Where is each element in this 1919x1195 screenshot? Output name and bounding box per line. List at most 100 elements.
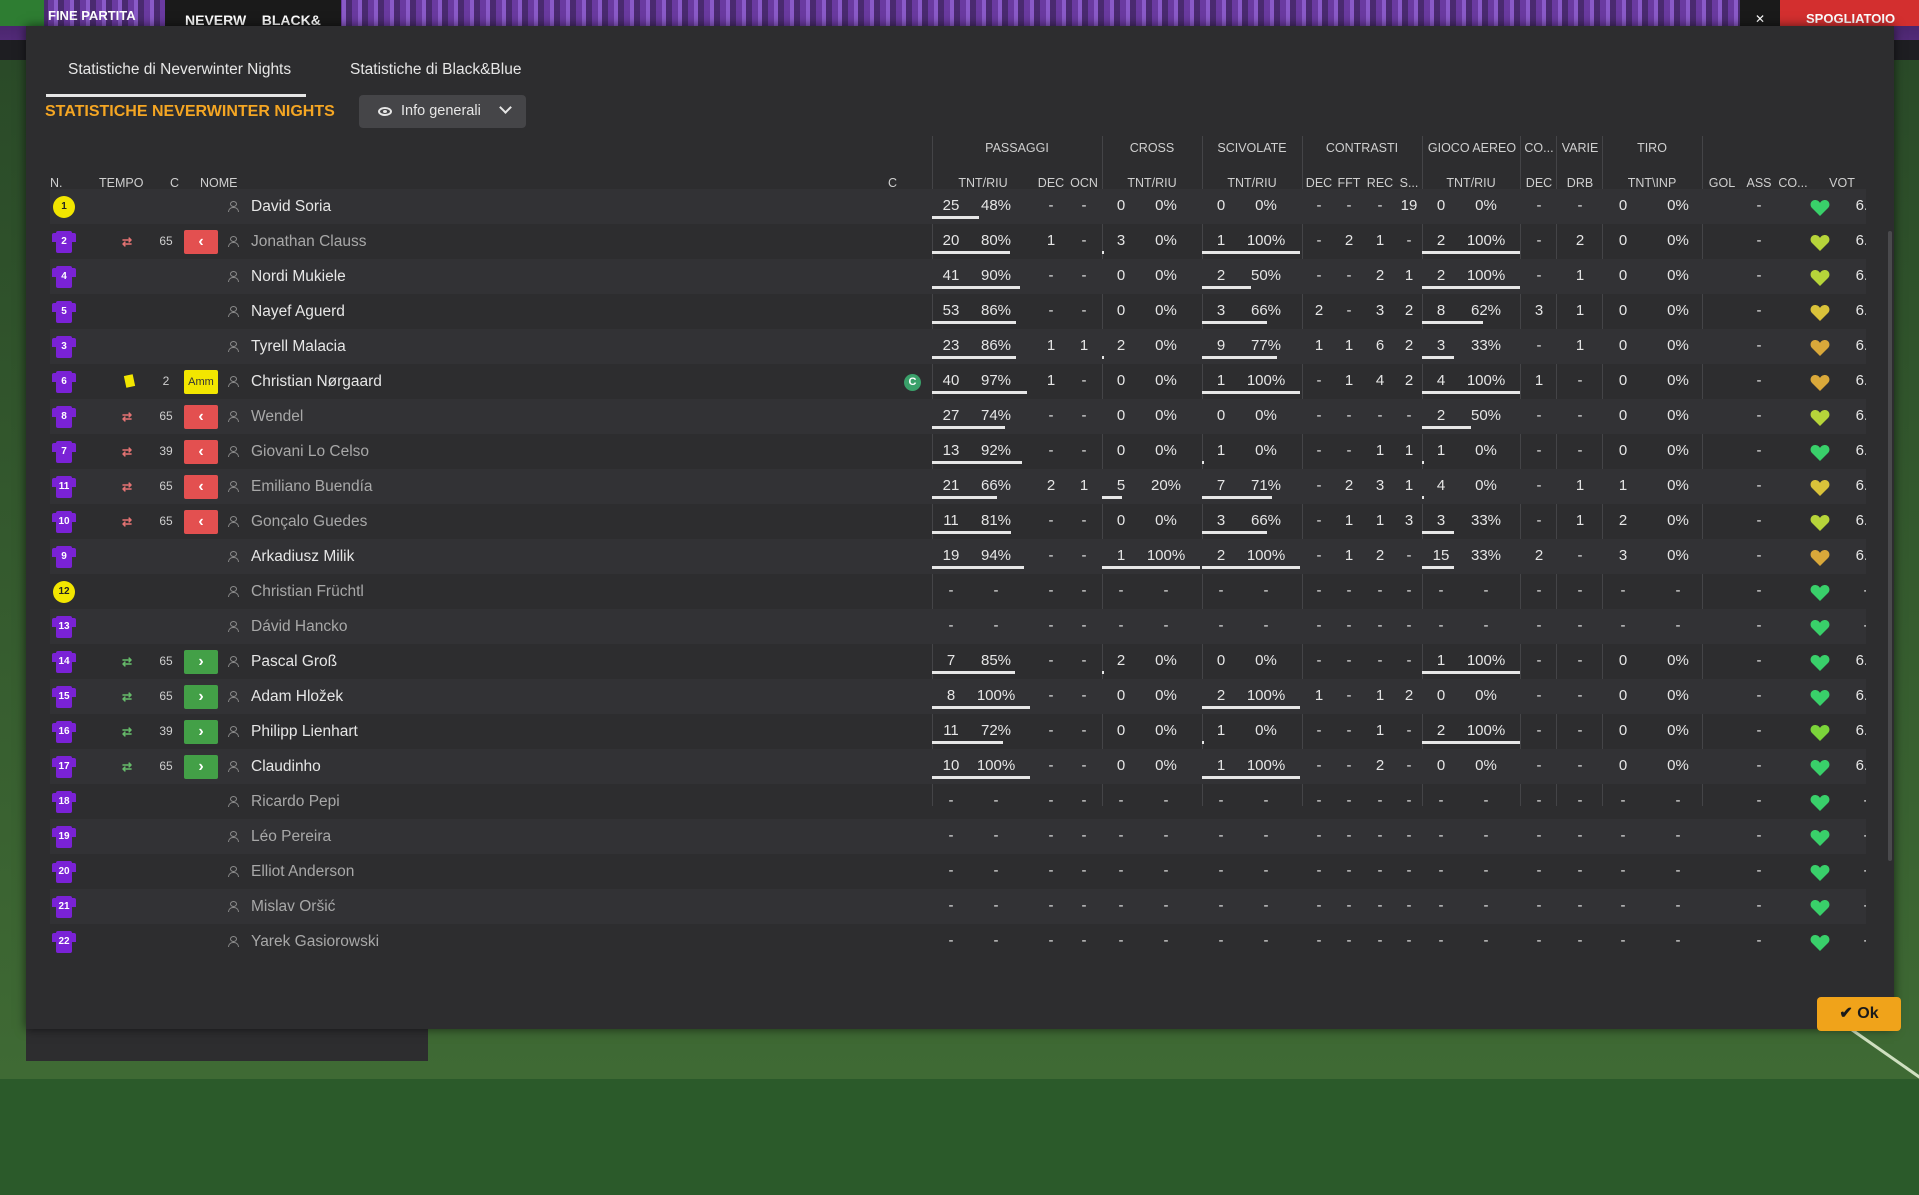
player-name[interactable]: Nayef Aguerd <box>251 294 345 329</box>
player-name[interactable]: Yarek Gasiorowski <box>251 924 379 959</box>
table-row[interactable]: 8⇄65‹Wendel2774%--00%00%----250%--00%-6.… <box>50 399 1866 434</box>
player-name[interactable]: Pascal Groß <box>251 644 337 679</box>
duels-s: 2 <box>1404 337 1414 354</box>
col-tempo[interactable]: TEMPO <box>99 176 143 190</box>
col-voto[interactable]: VOT <box>1820 176 1864 190</box>
table-row[interactable]: 18 Ricardo Pepi - - - - - - - - - - - - - - - - - - - - <box>50 784 1866 819</box>
col-varie-drb[interactable]: DRB <box>1558 176 1602 190</box>
club-logo-icon <box>0 0 44 26</box>
col-gol[interactable]: GOL <box>1702 176 1742 190</box>
player-name[interactable]: Claudinho <box>251 749 321 784</box>
ok-button[interactable]: ✔ Ok <box>1817 997 1901 1031</box>
player-name[interactable]: Christian Früchtl <box>251 574 364 609</box>
chevron-left-icon[interactable]: ‹ <box>184 230 218 254</box>
table-row[interactable]: 14 ⇄ 65 › Pascal Groß 7 85% - -2 0% 0 0% - - - -1 100% - -… <box>50 644 1866 679</box>
chevron-right-icon[interactable]: › <box>184 650 218 674</box>
table-row[interactable]: 4 Nordi Mukiele 41 90% - -0 0% 2 50% - -2 1 2 100% -1 0… <box>50 259 1866 294</box>
table-row[interactable]: 10 ⇄ 65 ‹ Gonçalo Guedes 11 81% - -0 0% 3 66% -1 1 3 3 3… <box>50 504 1866 539</box>
player-name[interactable]: Jonathan Clauss <box>251 224 366 259</box>
col-condition[interactable]: CO... <box>1776 176 1810 190</box>
chevron-left-icon[interactable]: ‹ <box>184 440 218 464</box>
person-icon <box>228 761 239 772</box>
scrollbar[interactable] <box>1888 231 1892 861</box>
tackles-attempts: - <box>1218 932 1224 949</box>
col-con-dec[interactable]: DEC <box>1304 176 1334 190</box>
player-name[interactable]: Dávid Hancko <box>251 609 348 644</box>
col-nome[interactable]: NOME <box>200 176 238 190</box>
player-name[interactable]: Gonçalo Guedes <box>251 504 367 539</box>
chevron-left-icon[interactable]: ‹ <box>184 510 218 534</box>
table-row[interactable]: 3 Tyrell Malacia 23 86% 1 1 2 0% 9 77% 1 1 6 2 3 33% -1 0… <box>50 329 1866 364</box>
player-name[interactable]: Nordi Mukiele <box>251 259 346 294</box>
player-rating: - <box>1850 819 1867 852</box>
table-row[interactable]: 1 David Soria 25 48% - -0 0% 0 0% - - -19 0 0% - -0 0% -6… <box>50 189 1866 224</box>
chevron-right-icon[interactable]: › <box>184 755 218 779</box>
table-row[interactable]: 22 Yarek Gasiorowski - - - - - - - - - - - - - - - - - - - - <box>50 924 1866 959</box>
chevron-right-icon[interactable]: › <box>184 685 218 709</box>
table-row[interactable]: 20 Elliot Anderson - - - - - - - - - - - - - - - - - - - - <box>50 854 1866 889</box>
table-row[interactable]: 17 ⇄ 65 › Claudinho 10 100% - -0 0% 1 100% - -2-0 0% - -… <box>50 749 1866 784</box>
player-name[interactable]: Arkadiusz Milik <box>251 539 354 574</box>
table-row[interactable]: 7 ⇄ 39 ‹ Giovani Lo Celso 13 92% - -0 0% 1 0% - -1 1 1 0… <box>50 434 1866 469</box>
table-row[interactable]: 5 Nayef Aguerd 53 86% - -0 0% 3 66% 2-3 2 8 62% 3 1 0 0%… <box>50 294 1866 329</box>
chevron-right-icon[interactable]: › <box>184 720 218 744</box>
co-dec: - <box>1536 932 1542 949</box>
table-row[interactable]: 12 Christian Früchtl - - - - - - - - - - - - - - - - - - - - <box>50 574 1866 609</box>
table-row[interactable]: 16 ⇄ 39 › Philipp Lienhart 11 72% - -0 0% 1 0% - -1-2… <box>50 714 1866 749</box>
chevron-left-icon[interactable]: ‹ <box>184 405 218 429</box>
player-name[interactable]: David Soria <box>251 189 331 224</box>
close-icon[interactable]: ✕ <box>1740 0 1780 26</box>
player-name[interactable]: Giovani Lo Celso <box>251 434 369 469</box>
table-row[interactable]: 21 Mislav Oršić - - - - - - - - - - - - - - - - - - - - <box>50 889 1866 924</box>
col-sciv-tnt-riu[interactable]: TNT/RIU <box>1202 176 1302 190</box>
col-ass[interactable]: ASS <box>1742 176 1776 190</box>
col-cross-tnt-riu[interactable]: TNT/RIU <box>1102 176 1202 190</box>
co-dec: - <box>1536 757 1542 774</box>
shots: 0 <box>1618 372 1628 389</box>
col-captain[interactable]: C <box>888 176 897 190</box>
table-row[interactable]: 6 2 Amm Christian Nørgaard C 40 97% 1-0 0% 1 100% -… <box>50 364 1866 399</box>
player-name[interactable]: Adam Hložek <box>251 679 343 714</box>
passes-dec: - <box>1048 862 1054 879</box>
shots: 0 <box>1618 267 1628 284</box>
player-name[interactable]: Wendel <box>251 399 303 434</box>
passes-dec: 2 <box>1046 477 1056 494</box>
col-pass-ocn[interactable]: OCN <box>1068 176 1100 190</box>
dressing-room-button[interactable]: SPOGLIATOIO <box>1780 0 1919 26</box>
col-pass-dec[interactable]: DEC <box>1036 176 1066 190</box>
player-rating: - <box>1850 889 1867 922</box>
player-name[interactable]: Ricardo Pepi <box>251 784 340 819</box>
col-con-fft[interactable]: FFT <box>1334 176 1364 190</box>
tab-away-stats[interactable]: Statistiche di Black&Blue <box>328 54 543 94</box>
col-con-s[interactable]: S... <box>1396 176 1422 190</box>
cross-attempts: - <box>1118 862 1124 879</box>
table-row[interactable]: 9 Arkadiusz Milik 19 94% - -1 100% 2 100% -1 2-15 3… <box>50 539 1866 574</box>
player-name[interactable]: Mislav Oršić <box>251 889 335 924</box>
table-row[interactable]: 11 ⇄ 65 ‹ Emiliano Buendía 21 66% 2 1 5 20% 7 71% -2 3… <box>50 469 1866 504</box>
col-con-rec[interactable]: REC <box>1364 176 1396 190</box>
col-aer-tnt-riu[interactable]: TNT/RIU <box>1422 176 1520 190</box>
sub-out-icon: ⇄ <box>122 480 133 494</box>
player-shirt-icon: 13 <box>52 616 76 638</box>
player-name[interactable]: Léo Pereira <box>251 819 331 854</box>
table-row[interactable]: 15 ⇄ 65 › Adam Hložek 8 100% - -0 0% 2 100% 1-1 2 0 0% -… <box>50 679 1866 714</box>
col-pass-tnt-riu[interactable]: TNT/RIU <box>932 176 1034 190</box>
col-num[interactable]: N. <box>50 176 63 190</box>
player-name[interactable]: Christian Nørgaard <box>251 364 382 399</box>
chevron-left-icon[interactable]: ‹ <box>184 475 218 499</box>
view-dropdown[interactable]: Info generali <box>359 95 526 128</box>
player-name[interactable]: Tyrell Malacia <box>251 329 346 364</box>
player-name[interactable]: Philipp Lienhart <box>251 714 358 749</box>
cross-attempts: 0 <box>1116 512 1126 529</box>
player-name[interactable]: Emiliano Buendía <box>251 469 373 504</box>
col-c[interactable]: C <box>170 176 179 190</box>
table-row[interactable]: 19 Léo Pereira - - - - - - - - - - - - - - - - - - - - <box>50 819 1866 854</box>
player-name[interactable]: Elliot Anderson <box>251 854 354 889</box>
duels-rec: 1 <box>1375 722 1385 739</box>
col-co-dec[interactable]: DEC <box>1522 176 1556 190</box>
col-tiro[interactable]: TNT\INP <box>1604 176 1700 190</box>
passes-attempts: - <box>948 582 954 599</box>
table-row[interactable]: 2 ⇄ 65 ‹ Jonathan Clauss 20 80% 1-3 0% 1 100% -2 1-2… <box>50 224 1866 259</box>
table-row[interactable]: 13 Dávid Hancko - - - - - - - - - - - - - - - - - - - - <box>50 609 1866 644</box>
tab-home-stats[interactable]: Statistiche di Neverwinter Nights <box>46 54 306 97</box>
